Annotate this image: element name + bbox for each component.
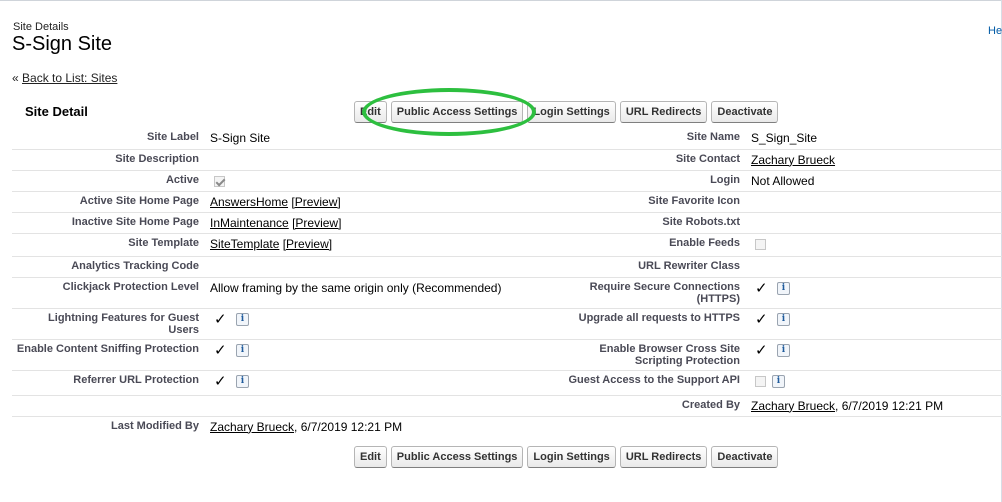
row-active-home: Active Site Home Page AnswersHome [Previ…: [12, 191, 1002, 213]
clickjack-value: Allow framing by the same origin only (R…: [207, 277, 554, 309]
section-title: Site Detail: [25, 104, 88, 119]
row-site-description: Site Description Site Contact Zachary Br…: [12, 149, 1002, 171]
login-value: Not Allowed: [748, 170, 1002, 192]
deactivate-button-top[interactable]: Deactivate: [711, 101, 779, 123]
xss-label-line2: Scripting Protection: [634, 354, 740, 367]
guest-support-api-info-icon[interactable]: i: [772, 374, 785, 388]
row-created-by: Created By Zachary Brueck, 6/7/2019 12:2…: [12, 395, 1002, 417]
analytics-label: Analytics Tracking Code: [12, 256, 207, 278]
site-name-value: S_Sign_Site: [748, 128, 1002, 150]
row-clickjack: Clickjack Protection Level Allow framing…: [12, 277, 1002, 309]
row-modified-by: Last Modified By Zachary Brueck, 6/7/201…: [12, 416, 1002, 437]
analytics-value: [207, 256, 554, 278]
guest-support-api-checkbox: [755, 375, 766, 387]
referrer-check-icon: ✓: [214, 372, 227, 390]
content-sniffing-info-icon[interactable]: i: [236, 343, 249, 357]
secure-connections-label-line2: (HTTPS): [696, 292, 740, 305]
public-access-settings-button-bottom[interactable]: Public Access Settings: [390, 446, 524, 468]
url-redirects-button-bottom[interactable]: URL Redirects: [619, 446, 708, 468]
page-title: S-Sign Site: [12, 33, 113, 55]
active-home-preview-link[interactable]: [Preview]: [291, 195, 340, 209]
back-prefix: «: [12, 71, 23, 85]
created-by-label: Created By: [554, 395, 748, 417]
robots-value: [748, 212, 1002, 234]
referrer-info-icon[interactable]: i: [236, 374, 249, 388]
top-button-row: Edit Public Access Settings Login Settin…: [354, 101, 779, 123]
xss-protection-label: Enable Browser Cross Site Scripting Prote…: [554, 339, 748, 371]
row-content-sniffing: Enable Content Sniffing Protection ✓ i En…: [12, 339, 1002, 371]
bottom-button-row: Edit Public Access Settings Login Settin…: [354, 446, 779, 468]
url-rewriter-value: [748, 256, 1002, 278]
created-by-date: , 6/7/2019 12:21 PM: [835, 398, 944, 413]
row-active: Active Login Not Allowed: [12, 170, 1002, 192]
site-template-link[interactable]: SiteTemplate: [210, 237, 279, 251]
secure-connections-info-icon[interactable]: i: [777, 281, 790, 295]
site-template-label: Site Template: [12, 233, 207, 257]
url-rewriter-label: URL Rewriter Class: [554, 256, 748, 278]
row-analytics: Analytics Tracking Code URL Rewriter Cla…: [12, 256, 1002, 278]
modified-by-label: Last Modified By: [110, 419, 199, 432]
edit-button-bottom[interactable]: Edit: [354, 446, 387, 468]
active-home-label: Active Site Home Page: [12, 191, 207, 213]
site-label-label: Site Label: [12, 128, 207, 150]
modified-by-user-link[interactable]: Zachary Brueck: [210, 420, 294, 434]
page-type: Site Details: [13, 21, 69, 33]
lightning-guest-info-icon[interactable]: i: [236, 312, 249, 326]
clickjack-label: Clickjack Protection Level: [12, 277, 207, 309]
back-breadcrumb: « Back to List: Sites: [12, 71, 117, 85]
row-site-label: Site Label S-Sign Site Site Name S_Sign_…: [12, 128, 1002, 150]
favorite-icon-value: [748, 191, 1002, 213]
secure-connections-check-icon: ✓: [755, 279, 768, 297]
lightning-guest-label: Lightning Features for Guest Users: [12, 308, 207, 340]
xss-check-icon: ✓: [755, 341, 768, 359]
content-sniffing-label: Enable Content Sniffing Protection: [12, 339, 207, 371]
edit-button-top[interactable]: Edit: [354, 101, 387, 123]
row-referrer: Referrer URL Protection ✓ i Guest Access …: [12, 370, 1002, 396]
site-contact-label: Site Contact: [554, 149, 748, 171]
active-home-page-link[interactable]: AnswersHome: [210, 195, 288, 209]
back-to-list-link[interactable]: Back to List: Sites: [22, 71, 117, 85]
referrer-label: Referrer URL Protection: [12, 370, 207, 396]
upgrade-https-info-icon[interactable]: i: [777, 312, 790, 326]
site-template-preview-link[interactable]: [Preview]: [283, 237, 332, 251]
site-description-value: [207, 149, 554, 171]
secure-connections-label-line1: Require Secure Connections: [589, 280, 740, 293]
upgrade-https-check-icon: ✓: [755, 310, 768, 328]
active-checkbox: [214, 175, 225, 187]
row-template: Site Template SiteTemplate [Preview] Ena…: [12, 233, 1002, 257]
login-settings-button-bottom[interactable]: Login Settings: [527, 446, 616, 468]
public-access-settings-button-top[interactable]: Public Access Settings: [390, 101, 524, 123]
upgrade-https-label: Upgrade all requests to HTTPS: [554, 308, 748, 340]
inactive-home-preview-link[interactable]: [Preview]: [292, 216, 341, 230]
site-detail-table: Site Label S-Sign Site Site Name S_Sign_…: [12, 128, 1002, 437]
secure-connections-label: Require Secure Connections (HTTPS): [554, 277, 748, 309]
site-description-label: Site Description: [12, 149, 207, 171]
content-sniffing-check-icon: ✓: [214, 341, 227, 359]
top-border: [0, 0, 1002, 1]
enable-feeds-label: Enable Feeds: [554, 233, 748, 257]
deactivate-button-bottom[interactable]: Deactivate: [711, 446, 779, 468]
modified-by-date: , 6/7/2019 12:21 PM: [294, 419, 403, 434]
created-by-user-link[interactable]: Zachary Brueck: [751, 399, 835, 413]
guest-support-api-label: Guest Access to the Support API: [554, 370, 748, 396]
site-contact-link[interactable]: Zachary Brueck: [751, 153, 835, 167]
site-label-value: S-Sign Site: [207, 128, 554, 150]
site-name-label: Site Name: [554, 128, 748, 150]
enable-feeds-checkbox: [755, 238, 766, 250]
login-settings-button-top[interactable]: Login Settings: [527, 101, 616, 123]
inactive-home-label: Inactive Site Home Page: [12, 212, 207, 234]
help-link[interactable]: He: [988, 25, 1002, 37]
favorite-icon-label: Site Favorite Icon: [554, 191, 748, 213]
login-label: Login: [554, 170, 748, 192]
robots-label: Site Robots.txt: [554, 212, 748, 234]
xss-label-line1: Enable Browser Cross Site: [599, 342, 740, 355]
lightning-guest-check-icon: ✓: [214, 310, 227, 328]
inactive-home-page-link[interactable]: InMaintenance: [210, 216, 289, 230]
row-inactive-home: Inactive Site Home Page InMaintenance [P…: [12, 212, 1002, 234]
active-label: Active: [12, 170, 207, 192]
xss-info-icon[interactable]: i: [777, 343, 790, 357]
row-lightning-guest: Lightning Features for Guest Users ✓ i Up…: [12, 308, 1002, 340]
url-redirects-button-top[interactable]: URL Redirects: [619, 101, 708, 123]
